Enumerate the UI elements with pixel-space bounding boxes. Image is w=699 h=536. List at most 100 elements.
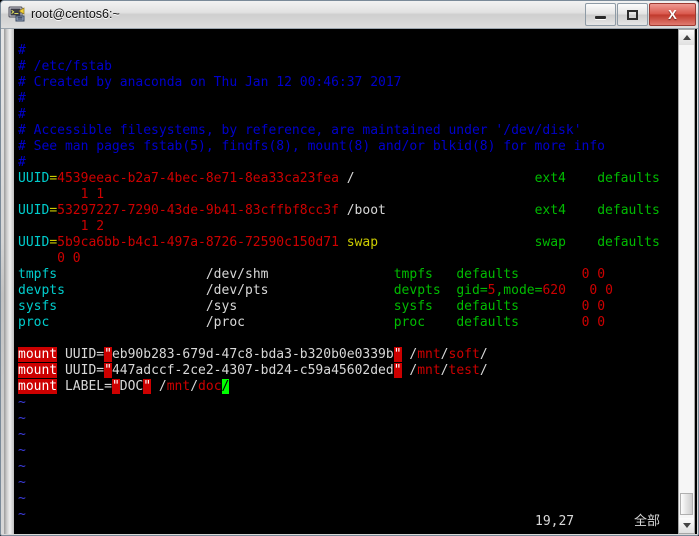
cursor-position: 19,27 — [535, 514, 575, 529]
line-segment — [378, 235, 535, 250]
terminal-screen[interactable]: # # /etc/fstab # Created by anaconda on Th… — [14, 29, 677, 534]
line-segment: " — [104, 363, 112, 378]
line-segment: mount — [18, 379, 58, 394]
minimize-icon — [595, 16, 606, 19]
line-segment — [57, 299, 206, 314]
line-segment: DOC — [119, 379, 144, 394]
window-controls: X — [584, 3, 696, 26]
line-segment: eb90b283-679d-47c8-bda3-b320b0e0339b — [111, 347, 394, 362]
line-segment: 5b9ca6bb-b4c1-497a-8726-72590c150d71 — [57, 235, 347, 250]
line-segment: proc — [18, 315, 50, 330]
line-segment: defaults — [456, 299, 519, 314]
line-segment: " — [111, 379, 120, 394]
line-segment: / — [190, 379, 199, 394]
scrollbar-track[interactable] — [679, 45, 694, 518]
title-bar[interactable]: root@centos6:~ X — [1, 1, 698, 29]
scroll-down-button[interactable] — [679, 518, 694, 533]
terminal-frame: # # /etc/fstab # Created by anaconda on Th… — [4, 29, 697, 534]
line-segment: # — [18, 155, 26, 170]
terminal-left-bevel — [4, 29, 14, 534]
scroll-up-arrow-icon — [682, 35, 691, 40]
line-segment: # — [18, 43, 26, 58]
editor-line: # — [18, 43, 26, 59]
vertical-scrollbar[interactable] — [678, 29, 695, 534]
close-icon: X — [668, 7, 677, 22]
line-segment: defaults — [456, 267, 519, 282]
line-segment — [57, 267, 206, 282]
editor-line: UUID=4539eeac-b2a7-4bec-8e71-8ea33ca23fe… — [18, 171, 660, 187]
scrollbar-thumb[interactable] — [680, 493, 693, 515]
editor-line: # — [18, 91, 26, 107]
line-segment: 4539eeac-b2a7-4bec-8e71-8ea33ca23fea — [57, 171, 347, 186]
line-segment — [65, 283, 206, 298]
line-segment: " — [393, 363, 402, 378]
editor-line: mount UUID="eb90b283-679d-47c8-bda3-b320… — [18, 347, 488, 363]
line-segment — [49, 315, 206, 330]
status-line: 19,27 全部 — [14, 514, 677, 530]
line-segment — [433, 299, 456, 314]
maximize-icon — [627, 9, 638, 20]
line-segment: gid= — [456, 283, 488, 298]
empty-line-marker: ~ — [18, 443, 26, 458]
line-segment — [237, 299, 394, 314]
line-segment: tmpfs — [393, 267, 433, 282]
line-segment — [566, 283, 589, 298]
editor-line: # Created by anaconda on Thu Jan 12 00:4… — [18, 75, 402, 91]
maximize-button[interactable] — [617, 3, 648, 26]
empty-line-marker: ~ — [18, 475, 26, 490]
minimize-button[interactable] — [585, 3, 616, 26]
line-segment: 1 1 — [18, 187, 105, 202]
line-segment — [355, 171, 535, 186]
line-segment: doc — [198, 379, 222, 394]
line-segment: /proc — [205, 315, 245, 330]
line-segment — [386, 203, 535, 218]
putty-terminal-icon — [8, 6, 25, 22]
line-segment: LABEL= — [57, 379, 112, 394]
empty-line-marker: ~ — [18, 491, 26, 506]
editor-line: # — [18, 155, 26, 171]
empty-line-marker: ~ — [18, 427, 26, 442]
line-segment: defaults — [597, 235, 660, 250]
editor-line: # See man pages fstab(5), findfs(8), mou… — [18, 139, 605, 155]
line-segment: " — [393, 347, 402, 362]
line-segment: tmpfs — [18, 267, 58, 282]
line-segment: ext4 — [534, 203, 566, 218]
line-segment: / — [440, 363, 449, 378]
close-button[interactable]: X — [649, 3, 696, 26]
line-segment: 1 2 — [18, 219, 105, 234]
editor-line: 0 0 — [18, 251, 81, 267]
line-segment: / — [479, 347, 488, 362]
line-segment — [268, 267, 393, 282]
line-segment: devpts — [393, 283, 441, 298]
scroll-down-arrow-icon — [682, 523, 691, 528]
line-segment: UUID= — [57, 347, 105, 362]
line-segment: / — [221, 379, 230, 394]
editor-line: sysfs /sys sysfs defaults 0 0 — [18, 299, 605, 315]
line-segment: defaults — [456, 315, 519, 330]
line-segment: / — [440, 347, 449, 362]
line-segment: /dev/pts — [205, 283, 269, 298]
line-segment: 447adccf-2ce2-4307-bd24-c59a45602ded — [111, 363, 394, 378]
line-segment: = — [49, 203, 58, 218]
window-title: root@centos6:~ — [31, 7, 120, 21]
line-segment: mnt — [417, 363, 441, 378]
line-segment: / — [401, 363, 418, 378]
scroll-up-button[interactable] — [679, 30, 694, 45]
editor-line: mount UUID="447adccf-2ce2-4307-bd24-c59a… — [18, 363, 488, 379]
line-segment: 0 0 — [581, 299, 606, 314]
line-segment: mnt — [417, 347, 441, 362]
line-segment: # /etc/fstab — [18, 59, 112, 74]
line-segment: # Accessible filesystems, by reference, … — [18, 123, 582, 138]
line-segment: / — [346, 171, 355, 186]
line-segment: mount — [18, 363, 58, 378]
line-segment: = — [49, 235, 58, 250]
line-segment: / — [401, 347, 418, 362]
line-segment: # — [18, 107, 26, 122]
line-segment: proc — [393, 315, 426, 330]
editor-line: # — [18, 107, 26, 123]
editor-line: devpts /dev/pts devpts gid=5,mode=620 0 … — [18, 283, 613, 299]
line-segment: 0 0 — [581, 267, 606, 282]
editor-line: 1 1 — [18, 187, 104, 203]
line-segment: 0 0 — [18, 251, 81, 266]
line-segment: # — [18, 91, 26, 106]
